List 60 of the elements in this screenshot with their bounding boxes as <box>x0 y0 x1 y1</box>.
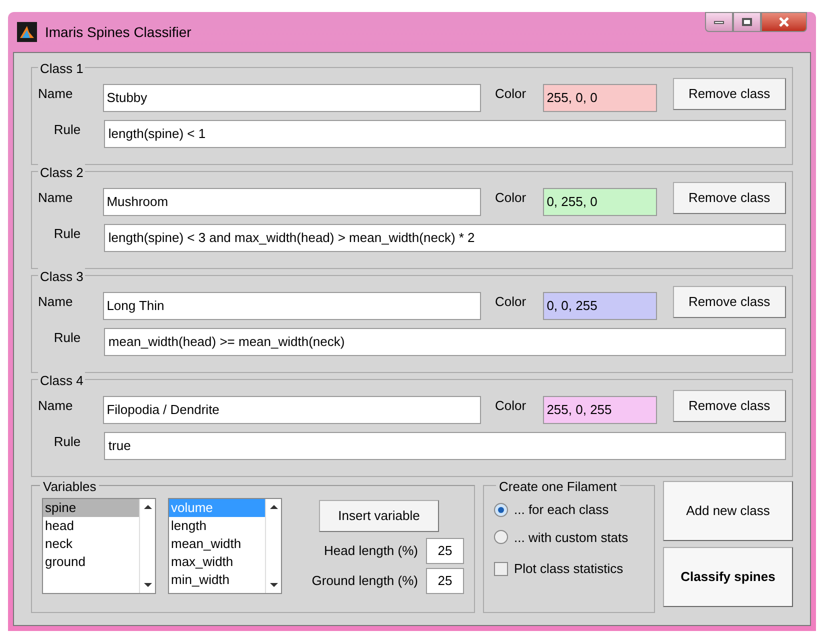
list-item[interactable]: neck <box>43 535 139 553</box>
list-item[interactable]: mean_width <box>169 535 265 553</box>
color-field[interactable]: 255, 0, 255 <box>542 396 657 424</box>
scroll-up-icon[interactable] <box>270 505 278 509</box>
action-button[interactable]: Classify spines <box>663 547 793 607</box>
list-box[interactable]: volume length mean_width max_width min_width <box>168 498 282 594</box>
insert-variable-button[interactable]: Insert variable <box>319 500 439 532</box>
list-item[interactable]: spine <box>43 499 139 517</box>
field-label: Name <box>38 85 74 103</box>
radio-option[interactable]: ... for each class <box>494 500 644 520</box>
name-field[interactable]: Long Thin <box>102 292 482 320</box>
field-label: Ground length (%) <box>310 572 418 590</box>
list-item[interactable]: min_width <box>169 571 265 589</box>
close-button[interactable] <box>761 12 807 32</box>
field-label: Rule <box>52 121 82 139</box>
scroll-down-icon[interactable] <box>270 583 278 587</box>
action-button[interactable]: Add new class <box>663 481 793 541</box>
plot-statistics-checkbox[interactable]: Plot class statistics <box>494 559 644 578</box>
remove-class-button[interactable]: Remove class <box>672 182 786 214</box>
minimize-icon <box>714 20 724 24</box>
remove-class-button[interactable]: Remove class <box>672 390 786 422</box>
field-label: Head length (%) <box>323 542 418 560</box>
field-label: Color <box>495 85 528 103</box>
number-field[interactable]: 25 <box>426 538 464 564</box>
field-label: Color <box>495 189 528 207</box>
remove-class-button[interactable]: Remove class <box>672 286 786 318</box>
name-field[interactable]: Mushroom <box>102 188 482 216</box>
color-field[interactable]: 255, 0, 0 <box>542 84 657 112</box>
list-item[interactable]: max_width <box>169 553 265 571</box>
maximize-button[interactable] <box>733 12 761 32</box>
name-field[interactable]: Stubby <box>102 84 482 112</box>
number-field[interactable]: 25 <box>426 568 464 594</box>
app-logo-icon <box>17 22 37 42</box>
scroll-down-icon[interactable] <box>144 583 152 587</box>
rule-field[interactable]: length(spine) < 1 <box>104 120 786 148</box>
scroll-up-icon[interactable] <box>144 505 152 509</box>
rule-field[interactable]: true <box>104 432 786 460</box>
field-label: Rule <box>52 225 82 243</box>
field-label: Name <box>38 293 74 311</box>
field-label: Color <box>495 397 528 415</box>
field-label: Name <box>38 397 74 415</box>
name-field[interactable]: Filopodia / Dendrite <box>102 396 482 424</box>
list-item[interactable]: head <box>43 517 139 535</box>
radio-option[interactable]: ... with custom stats <box>494 528 644 547</box>
list-box[interactable]: spine head neck ground <box>42 498 156 594</box>
list-item[interactable]: ground <box>43 553 139 571</box>
rule-field[interactable]: mean_width(head) >= mean_width(neck) <box>104 328 786 356</box>
field-label: Name <box>38 189 74 207</box>
minimize-button[interactable] <box>705 12 733 32</box>
maximize-icon <box>742 18 752 26</box>
window-title: Imaris Spines Classifier <box>45 22 192 42</box>
field-label: Rule <box>52 329 82 347</box>
remove-class-button[interactable]: Remove class <box>672 78 786 110</box>
field-label: Rule <box>52 433 82 451</box>
color-field[interactable]: 0, 0, 255 <box>542 292 657 320</box>
rule-field[interactable]: length(spine) < 3 and max_width(head) > mean_width(neck) * 2 <box>104 224 786 252</box>
color-field[interactable]: 0, 255, 0 <box>542 188 657 216</box>
close-icon <box>778 16 790 28</box>
list-item[interactable]: length <box>169 517 265 535</box>
field-label: Color <box>495 293 528 311</box>
